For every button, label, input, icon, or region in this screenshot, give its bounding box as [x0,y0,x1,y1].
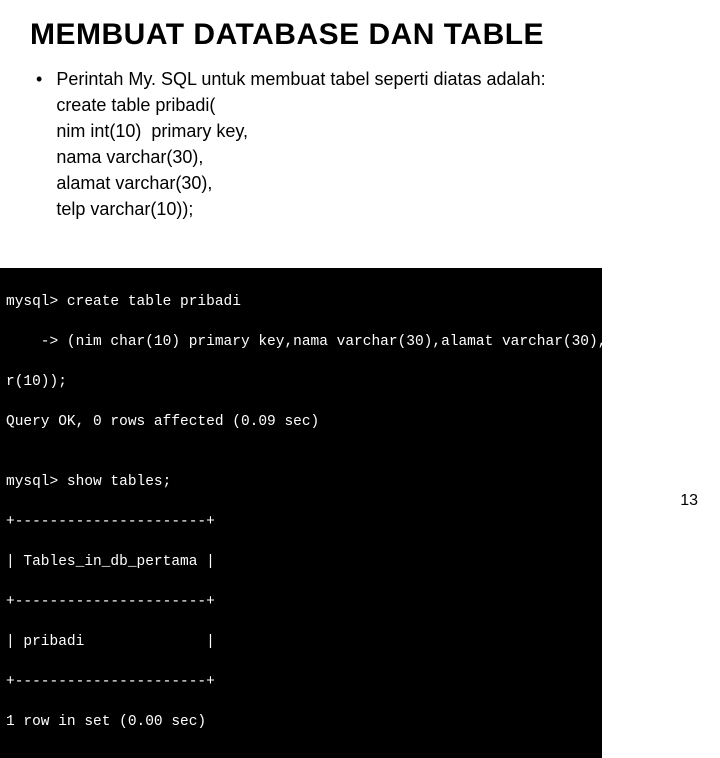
body-line-3: nim int(10) primary key, [56,118,545,144]
term-line: mysql> create table pribadi [6,292,596,312]
term-line: +----------------------+ [6,672,596,692]
slide: MEMBUAT DATABASE DAN TABLE • Perintah My… [0,0,720,222]
term-line: r(10)); [6,372,596,392]
term-line: -> (nim char(10) primary key,nama varcha… [6,332,596,352]
terminal-screenshot: mysql> create table pribadi -> (nim char… [0,268,602,758]
body-line-2: create table pribadi( [56,92,545,118]
term-line: +----------------------+ [6,512,596,532]
bullet-marker: • [36,67,42,91]
term-line: | pribadi | [6,632,596,652]
term-line: Query OK, 0 rows affected (0.09 sec) [6,412,596,432]
body-line-5: alamat varchar(30), [56,170,545,196]
bullet-item: • Perintah My. SQL untuk membuat tabel s… [36,66,690,222]
term-line: | Tables_in_db_pertama | [6,552,596,572]
page-number: 13 [680,492,698,510]
body-line-1: Perintah My. SQL untuk membuat tabel sep… [56,66,545,92]
term-line: mysql> show tables; [6,472,596,492]
term-line: +----------------------+ [6,592,596,612]
body-line-6: telp varchar(10)); [56,196,545,222]
body-text: Perintah My. SQL untuk membuat tabel sep… [56,66,545,222]
term-line: 1 row in set (0.00 sec) [6,712,596,732]
body-line-4: nama varchar(30), [56,144,545,170]
slide-title: MEMBUAT DATABASE DAN TABLE [30,18,690,52]
